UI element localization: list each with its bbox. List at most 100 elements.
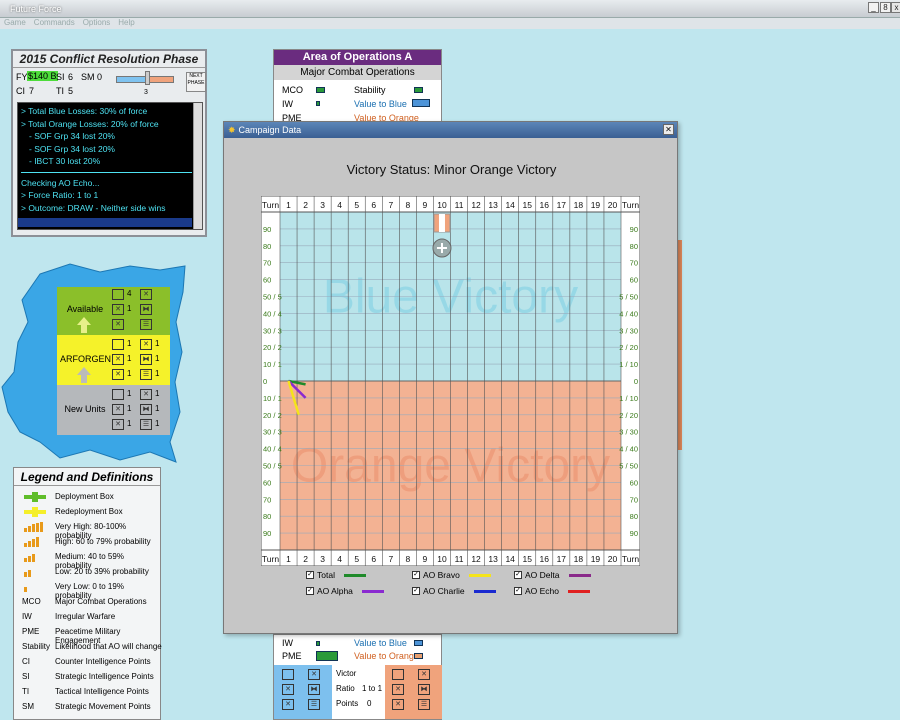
turn-tick-label: 11 (455, 554, 464, 564)
legend-value: Deployment Box (55, 492, 114, 501)
unit-icon[interactable]: ✕ (112, 304, 124, 315)
unit-icon[interactable]: ✕ (112, 319, 124, 330)
iw-label: IW (282, 99, 293, 109)
ao-a-subtitle: Major Combat Operations (274, 65, 441, 80)
unit-icon[interactable]: ✕ (392, 684, 404, 695)
y-tick-label-right: 4 / 40 (619, 309, 638, 318)
legend-row: Low: 20 to 39% probability (14, 567, 162, 582)
checkbox-box[interactable]: ✓ (412, 587, 420, 595)
y-tick-label-right: 80 (630, 512, 638, 521)
series-color-swatch (343, 573, 366, 577)
unit-icon[interactable]: ✕ (112, 354, 124, 365)
series-checkbox[interactable]: ✓ AO Echo (514, 586, 591, 596)
unit-icon[interactable]: ⧓ (308, 684, 320, 695)
y-tick-label-right: 0 (634, 377, 638, 386)
turn-tick-label: 5 (354, 200, 359, 210)
legend-key: PME (22, 627, 40, 636)
y-tick-label-right: 3 / 30 (619, 326, 638, 335)
series-checkbox[interactable]: ✓ AO Delta (514, 570, 591, 580)
legend-row: TI Tactical Intelligence Points (14, 687, 162, 702)
unit-icon[interactable]: ⧓ (140, 304, 152, 315)
unit-icon[interactable] (392, 669, 404, 680)
legend-key (24, 552, 58, 564)
y-tick-label-left: 90 (263, 529, 271, 538)
turn-tick-label: 13 (488, 200, 498, 210)
menu-help[interactable]: Help (118, 18, 134, 29)
unit-icon[interactable]: ✕ (140, 339, 152, 350)
title-bar: Future Force _ 8 x (0, 0, 900, 18)
unit-icon[interactable]: ⧓ (418, 684, 430, 695)
menu-game[interactable]: Game (4, 18, 26, 29)
legend-row: SI Strategic Intelligence Points (14, 672, 162, 687)
unit-icon[interactable] (282, 669, 294, 680)
checkbox-box[interactable]: ✓ (514, 587, 522, 595)
maximize-button[interactable]: 8 (880, 2, 891, 13)
dialog-close-button[interactable]: ✕ (663, 124, 674, 135)
unit-icon[interactable]: ✕ (282, 699, 294, 710)
y-tick-label-right: 5 / 50 (619, 293, 638, 302)
checkbox-box[interactable]: ✓ (306, 571, 314, 579)
unit-icon[interactable] (112, 339, 124, 350)
next-phase-button[interactable]: NEXT PHASE (186, 72, 206, 92)
unit-icon[interactable]: ✕ (140, 389, 152, 400)
y-tick-label-right: 5 / 50 (619, 462, 638, 471)
unit-icon[interactable]: ☰ (140, 369, 152, 380)
unit-icon[interactable] (112, 289, 124, 300)
checkbox-label: AO Delta (525, 570, 560, 580)
turn-tick-label: 7 (388, 554, 393, 564)
legend-value: Likelihood that AO will change (55, 642, 162, 651)
probability-icon (316, 641, 320, 646)
turn-tick-label: 19 (591, 554, 601, 564)
y-tick-label-left: 10 / 1 (263, 360, 282, 369)
log-line: - IBCT 30 lost 20% (29, 156, 101, 166)
unit-icon[interactable]: ✕ (112, 369, 124, 380)
legend-panel: Legend and Definitions Deployment Box Red… (13, 467, 162, 720)
unit-count: 1 (155, 339, 160, 348)
unit-icon[interactable]: ✕ (112, 419, 124, 430)
unit-icon[interactable]: ☰ (418, 699, 430, 710)
legend-key (24, 522, 58, 534)
unit-icon[interactable]: ☰ (308, 699, 320, 710)
ao-bottom-panel[interactable]: IW PME Value to Blue Value to Orange Vic… (273, 634, 442, 720)
unit-icon[interactable]: ✕ (282, 684, 294, 695)
unit-count: 1 (155, 354, 160, 363)
unit-icon[interactable]: ✕ (392, 699, 404, 710)
unit-icon[interactable]: ☰ (140, 319, 152, 330)
menu-options[interactable]: Options (83, 18, 111, 29)
menu-commands[interactable]: Commands (34, 18, 75, 29)
legend-row: Redeployment Box (14, 507, 162, 522)
medium-probability-icon (24, 554, 35, 562)
unit-count: 1 (155, 419, 160, 428)
log-scrollbar[interactable] (193, 103, 202, 229)
unit-icon[interactable]: ⧓ (140, 354, 152, 365)
series-checkbox[interactable]: ✓ Total (306, 570, 366, 580)
checkbox-box[interactable]: ✓ (514, 571, 522, 579)
dialog-title: Campaign Data (238, 125, 302, 135)
series-checkbox[interactable]: ✓ AO Alpha (306, 586, 384, 596)
unit-icon[interactable]: ✕ (308, 669, 320, 680)
minimize-button[interactable]: _ (868, 2, 879, 13)
unit-count: 1 (127, 369, 132, 378)
close-button[interactable]: x (891, 2, 900, 13)
turn-tick-label: 18 (574, 554, 584, 564)
unit-icon[interactable]: ✕ (418, 669, 430, 680)
unit-icon[interactable]: ☰ (140, 419, 152, 430)
log-line: > Total Blue Losses: 30% of force (21, 106, 148, 116)
checkbox-box[interactable]: ✓ (412, 571, 420, 579)
unit-icon[interactable]: ⧓ (140, 404, 152, 415)
unit-count: 1 (127, 354, 132, 363)
turn-tick-label: 1 (286, 554, 291, 564)
legend-key: CI (22, 657, 30, 666)
unit-icon[interactable] (112, 389, 124, 400)
series-checkbox[interactable]: ✓ AO Charlie (412, 586, 496, 596)
force-slider-thumb[interactable] (145, 71, 150, 85)
unit-icon[interactable]: ✕ (112, 404, 124, 415)
unit-icon[interactable]: ✕ (140, 289, 152, 300)
legend-value: High: 60 to 79% probability (55, 537, 151, 546)
legend-row: SM Strategic Movement Points (14, 702, 162, 717)
series-checkbox[interactable]: ✓ AO Bravo (412, 570, 491, 580)
y-tick-label-right: 1 / 10 (619, 394, 638, 403)
ao-a-panel[interactable]: Area of Operations A Major Combat Operat… (273, 49, 442, 124)
victory-chart[interactable]: Blue VictoryOrange VictoryTurn TurnTurn Tu… (261, 196, 640, 566)
checkbox-box[interactable]: ✓ (306, 587, 314, 595)
